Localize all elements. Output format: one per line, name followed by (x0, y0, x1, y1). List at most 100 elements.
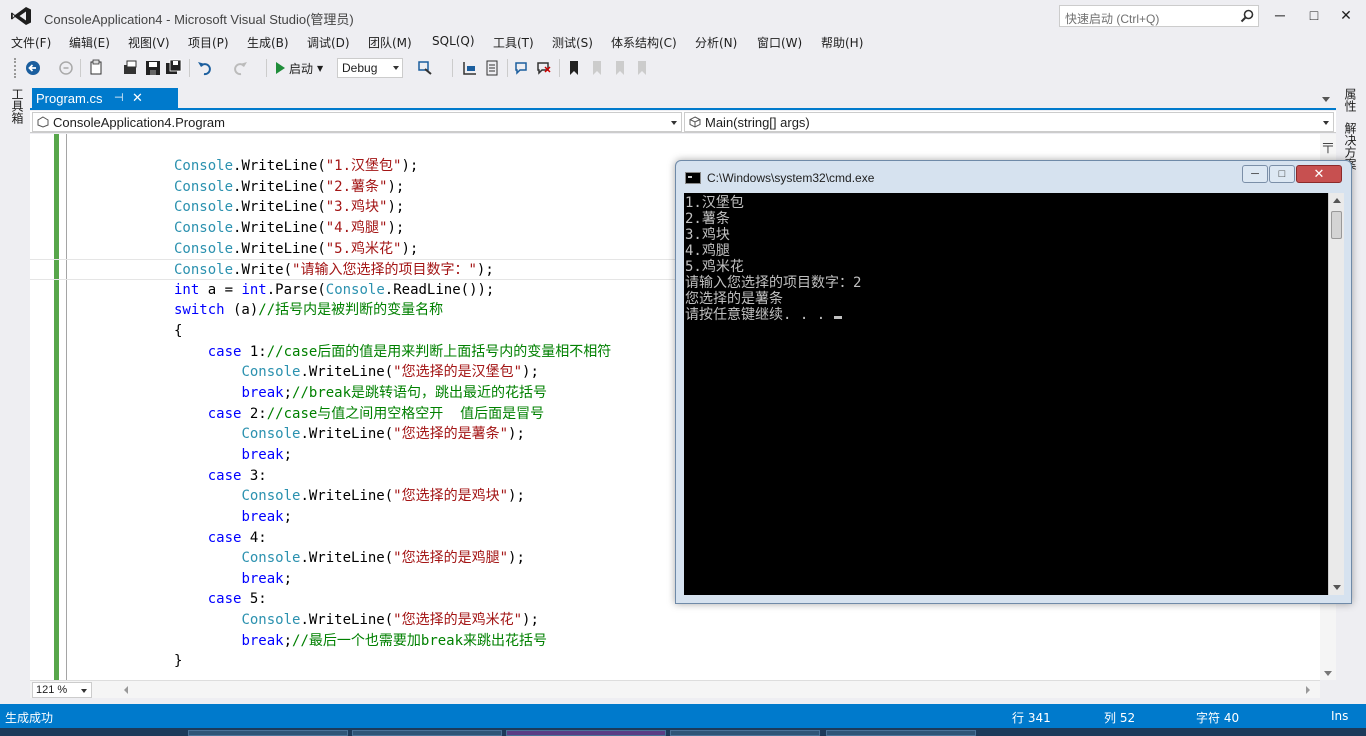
scroll-right-icon[interactable] (1306, 686, 1310, 694)
forward-icon[interactable] (57, 59, 75, 77)
undo-icon[interactable] (196, 59, 214, 77)
scroll-down-icon[interactable] (1333, 585, 1341, 590)
menu-sql[interactable]: SQL(Q) (432, 34, 475, 48)
menu-debug[interactable]: 调试(D) (307, 34, 350, 51)
status-message: 生成成功 (5, 711, 54, 725)
code-token: Console (174, 178, 234, 195)
code-token: //break是跳转语句，跳出最近的花括号 (292, 385, 548, 402)
code-token: (a) (224, 302, 259, 319)
scroll-up-icon[interactable] (1333, 198, 1341, 203)
type-scope-dropdown[interactable]: ConsoleApplication4.Program (32, 112, 682, 132)
left-tool-strip: 工具箱 (0, 86, 30, 700)
save-icon[interactable] (144, 59, 162, 77)
save-all-icon[interactable] (165, 59, 183, 77)
open-file-icon[interactable] (122, 59, 140, 77)
menu-test[interactable]: 测试(S) (552, 34, 593, 51)
search-icon[interactable] (1240, 9, 1254, 23)
code-token: Console (241, 488, 301, 505)
pin-icon[interactable]: ⊣ (114, 91, 124, 104)
find-in-files-icon[interactable] (416, 59, 434, 77)
code-token: WriteLine (241, 158, 318, 174)
taskbar-item[interactable] (826, 730, 976, 736)
scrollbar-thumb[interactable] (1331, 211, 1342, 239)
console-window[interactable]: C:\Windows\system32\cmd.exe ─ □ ✕ 1.汉堡包 2… (675, 160, 1352, 604)
console-cursor (833, 316, 842, 319)
console-line: 请输入您选择的项目数字：2 (685, 275, 862, 291)
zoom-select[interactable]: 121 % (32, 682, 92, 698)
menu-team[interactable]: 团队(M) (368, 34, 412, 51)
minimize-button[interactable]: ─ (1268, 6, 1292, 24)
code-token: ( (317, 158, 326, 174)
toolbar-grip[interactable] (14, 58, 18, 78)
member-scope-dropdown[interactable]: Main(string[] args) (684, 112, 1334, 132)
menu-analyze[interactable]: 分析(N) (695, 34, 737, 51)
menu-build[interactable]: 生成(B) (247, 34, 289, 51)
console-prompt-text: 请按任意键继续. . . (685, 307, 834, 323)
close-button[interactable]: ✕ (1334, 6, 1358, 24)
console-line: 2.薯条 (685, 211, 730, 227)
clear-bookmarks-icon[interactable] (633, 59, 651, 77)
console-close-button[interactable]: ✕ (1296, 165, 1342, 183)
menu-help[interactable]: 帮助(H) (821, 34, 863, 51)
code-line[interactable]: } (30, 651, 1320, 672)
console-title-bar[interactable]: C:\Windows\system32\cmd.exe ─ □ ✕ (676, 161, 1351, 191)
next-bookmark-icon[interactable] (611, 59, 629, 77)
new-project-icon[interactable] (88, 59, 106, 77)
taskbar-item[interactable] (670, 730, 820, 736)
code-token: WriteLine (241, 178, 318, 195)
uncomment-icon[interactable] (535, 59, 553, 77)
code-token: Console (241, 550, 301, 567)
chevron-down-icon[interactable] (1322, 97, 1330, 102)
maximize-button[interactable]: □ (1302, 6, 1326, 24)
console-minimize-button[interactable]: ─ (1242, 165, 1268, 183)
menu-view[interactable]: 视图(V) (128, 34, 170, 51)
solution-configuration-select[interactable]: Debug (337, 58, 403, 78)
windows-taskbar (0, 728, 1366, 736)
menu-tools[interactable]: 工具(T) (493, 34, 534, 51)
tab-label: Program.cs (36, 91, 103, 106)
console-icon (685, 172, 701, 184)
quick-launch-input[interactable]: 快速启动 (Ctrl+Q) (1059, 5, 1259, 27)
code-token: ( (317, 219, 326, 236)
code-token: ; (283, 446, 293, 463)
close-tab-icon[interactable]: ✕ (132, 90, 143, 106)
toolbox-tab[interactable]: 工具箱 (9, 88, 24, 124)
code-token: .ReadLine()); (384, 281, 495, 298)
menu-architecture[interactable]: 体系结构(C) (611, 34, 677, 51)
type-scope-value: ConsoleApplication4.Program (53, 115, 225, 130)
split-window-icon[interactable]: ╤ (1323, 136, 1333, 152)
comment-icon[interactable] (513, 59, 531, 77)
taskbar-item-cmd[interactable] (188, 730, 348, 736)
code-token: a = (199, 281, 242, 298)
start-debugging-button[interactable]: 启动 ▼ (276, 58, 323, 78)
back-icon[interactable] (24, 59, 42, 77)
tab-program-cs[interactable]: Program.cs ⊣ ✕ (32, 88, 178, 110)
menu-edit[interactable]: 编辑(E) (69, 34, 110, 51)
scroll-down-icon[interactable] (1324, 671, 1332, 676)
taskbar-item[interactable] (352, 730, 502, 736)
menu-window[interactable]: 窗口(W) (757, 34, 802, 51)
menu-file[interactable]: 文件(F) (11, 34, 51, 51)
bookmark-list-icon[interactable] (483, 59, 501, 77)
redo-icon[interactable] (231, 59, 249, 77)
taskbar-item-visual-studio[interactable] (506, 730, 666, 736)
properties-tab[interactable]: 属性 (1342, 88, 1357, 112)
console-maximize-button[interactable]: □ (1269, 165, 1295, 183)
solution-configuration-value: Debug (342, 61, 378, 75)
menu-project[interactable]: 项目(P) (188, 34, 229, 51)
code-line[interactable]: Console.WriteLine("您选择的是鸡米花"); (30, 610, 1320, 631)
bookmark-icon[interactable] (565, 59, 583, 77)
previous-bookmark-icon[interactable] (588, 59, 606, 77)
console-scrollbar[interactable] (1328, 193, 1344, 595)
code-line[interactable]: break;//最后一个也需要加break来跳出花括号 (30, 631, 1320, 652)
code-token: break (241, 508, 284, 525)
start-label: 启动 (289, 61, 314, 76)
zoom-bar: 121 % (30, 680, 1320, 698)
scroll-left-icon[interactable] (124, 686, 128, 694)
code-token: .WriteLine( (300, 550, 394, 567)
bookmark-prev-icon[interactable] (461, 59, 479, 77)
code-token: 3: (241, 467, 267, 484)
console-output[interactable]: 1.汉堡包 2.薯条 3.鸡块 4.鸡腿 5.鸡米花 请输入您选择的项目数字：2 您选择的是… (684, 193, 1328, 595)
